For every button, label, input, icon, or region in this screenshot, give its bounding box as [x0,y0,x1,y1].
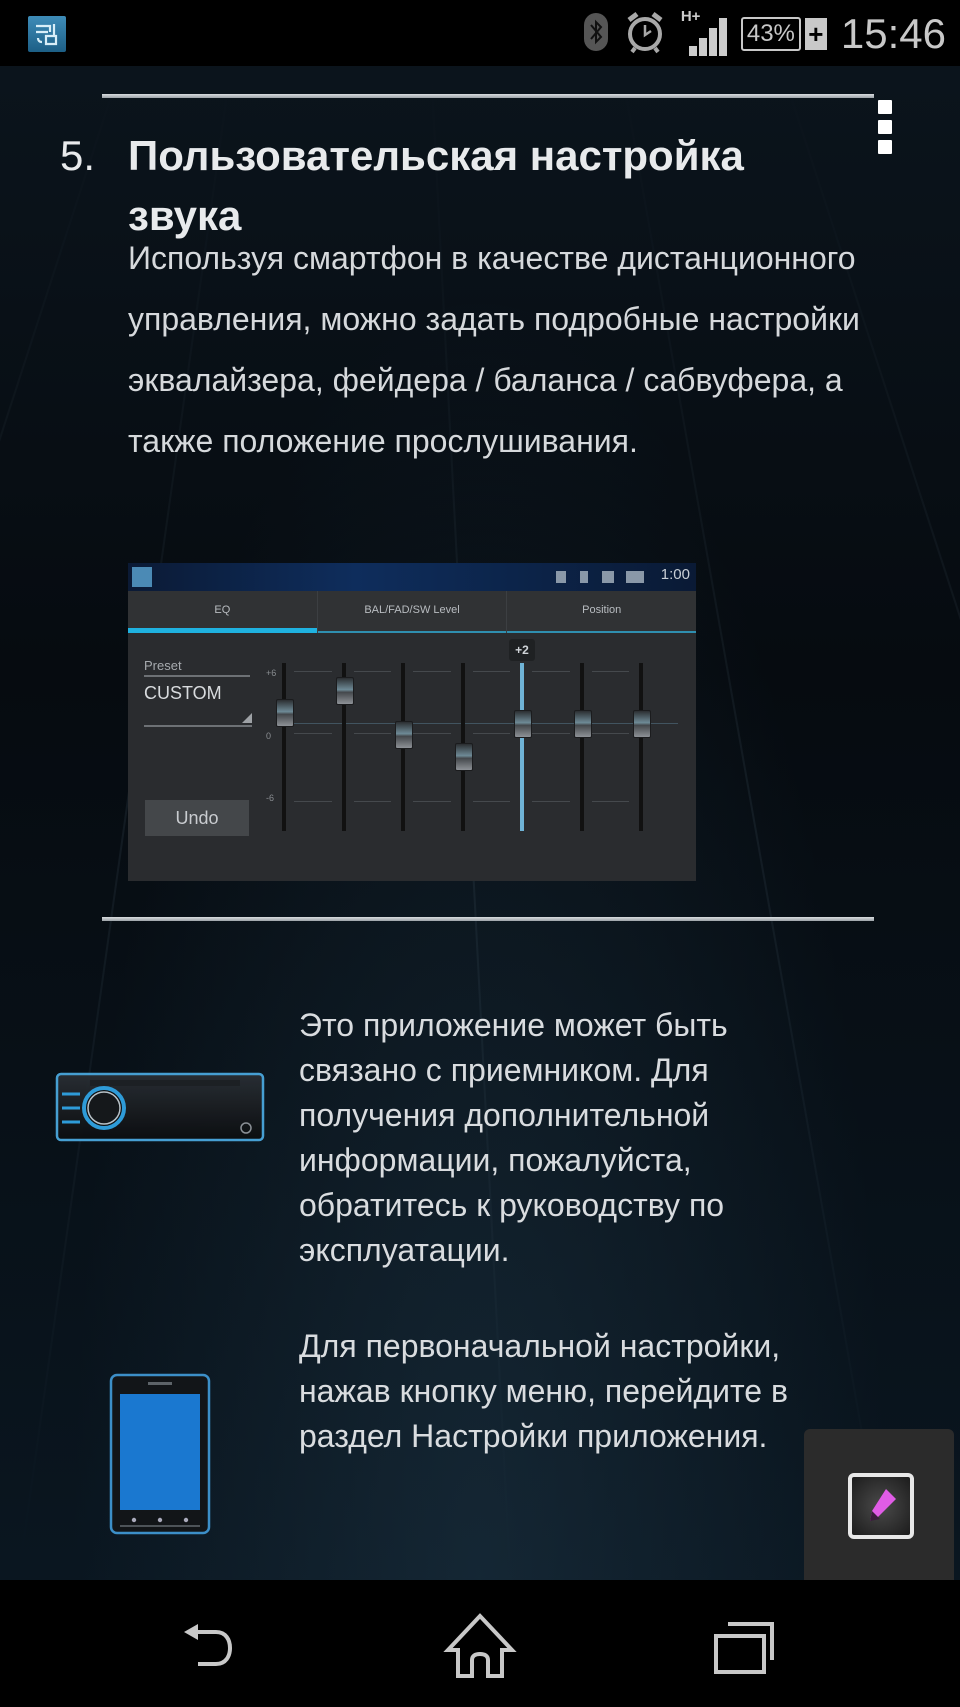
section-divider-bottom [102,917,874,921]
eq-grid-line [413,671,451,672]
eq-grid-line [532,733,570,734]
eq-grid-line [472,801,510,802]
eq-screenshot-status-bar: 1:00 [128,563,696,591]
setup-info-text: Для первоначальной настройки, нажав кноп… [299,1328,788,1454]
menu-dot [878,140,892,154]
eq-grid-line [472,733,510,734]
scale-mid-label: 0 [266,731,272,741]
eq-grid-line [294,801,332,802]
receiver-info-text: Это приложение может быть связано с прие… [299,1007,728,1268]
eq-grid-line [591,671,629,672]
eq-tabs: EQ BAL/FAD/SW Level Position [128,591,696,633]
recent-apps-button[interactable] [706,1610,786,1680]
eq-band-3-handle [395,721,413,749]
scale-top-label: +6 [266,668,277,678]
signal-icon [602,571,614,583]
section-number: 5. [60,132,96,179]
eq-screenshot-clock: 1:00 [660,566,690,583]
eq-grid-line [472,671,510,672]
eq-band-6-slider [573,663,592,831]
eq-band-5-slider [514,663,532,831]
battery-icon [626,571,644,583]
charging-icon: + [804,18,827,50]
alarm-icon [623,10,667,59]
home-button[interactable] [440,1610,520,1680]
bluetooth-icon [556,571,566,583]
preset-divider [144,675,250,677]
overflow-menu-button[interactable] [874,100,896,162]
back-icon [184,1624,233,1666]
edit-pencil-icon [848,1473,914,1539]
eq-grid-line [353,801,391,802]
eq-grid-line [413,733,451,734]
eq-band-1-slider [276,663,294,831]
network-icon [580,571,588,583]
back-button[interactable] [176,1610,256,1680]
eq-band-2-slider [335,663,354,831]
eq-value-tooltip: +2 [509,639,535,661]
eq-grid-line [353,671,391,672]
eq-grid-line [353,733,391,734]
bluetooth-icon [583,12,609,57]
clock: 15:46 [840,10,946,57]
navigation-bar [0,1580,960,1707]
eq-grid-line [532,801,570,802]
section-divider-top [102,94,874,98]
eq-screenshot-image: 1:00 EQ BAL/FAD/SW Level Position Preset… [128,563,696,881]
smartphone-icon [108,1372,212,1541]
eq-reference-line [278,723,678,724]
tab-position: Position [507,591,696,633]
eq-band-6-handle [573,710,592,738]
equalizer-sliders: +2 [276,639,678,853]
eq-grid-line [294,733,332,734]
eq-band-4-slider [454,663,473,831]
floating-edit-button[interactable] [804,1429,954,1580]
eq-band-2-handle [335,677,354,705]
car-audio-app-icon [28,16,66,52]
car-receiver-icon [54,1070,266,1151]
content-area[interactable]: 5. Пользовательская настройка звука Испо… [0,66,960,1580]
eq-band-1-handle [276,699,294,727]
eq-grid-line [591,801,629,802]
eq-grid-line [413,801,451,802]
tab-eq: EQ [128,591,318,633]
eq-band-3-slider [395,663,413,831]
status-bar: H+ 43% + 15:46 [0,0,960,66]
eq-band-7-handle [633,710,651,738]
battery-indicator: 43% + [740,17,827,51]
undo-button: Undo [145,800,249,836]
dropdown-corner-icon [242,713,252,723]
scale-bottom-label: -6 [266,793,275,803]
section-description: Используя смартфон в качестве дистанцион… [128,240,860,459]
battery-percent: 43% [740,17,801,51]
recent-apps-icon [714,1622,774,1674]
eq-grid-line [532,671,570,672]
eq-band-5-handle [514,710,532,738]
eq-grid-line [294,671,332,672]
eq-band-4-handle [454,743,473,771]
preset-value: CUSTOM [144,683,222,703]
preset-label: Preset [144,658,182,673]
menu-dot [878,100,892,114]
signal-hplus-icon: H+ [681,8,727,56]
preset-underline [144,725,252,727]
tab-bal-fad-sw: BAL/FAD/SW Level [317,591,508,633]
home-icon [443,1613,517,1678]
menu-dot [878,120,892,134]
eq-grid-line [591,733,629,734]
app-icon [132,567,152,587]
eq-band-7-slider [633,663,651,831]
